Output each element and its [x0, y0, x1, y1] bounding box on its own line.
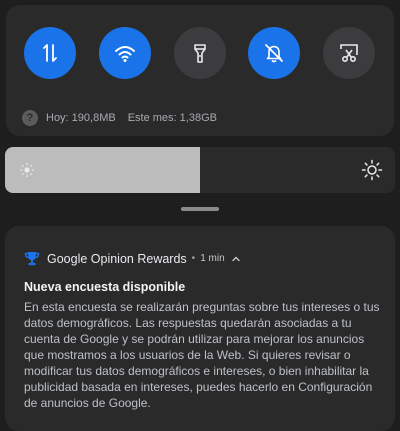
notification-title: Nueva encuesta disponible	[24, 280, 186, 294]
wifi-icon	[115, 46, 135, 62]
notification-time: 1 min	[200, 253, 225, 264]
drag-handle[interactable]	[181, 207, 219, 211]
notification-header: Google Opinion Rewards • 1 min	[24, 251, 241, 266]
bell-off-icon	[265, 44, 283, 63]
data-usage-today: Hoy: 190,8MB	[46, 112, 116, 124]
do-not-disturb-toggle[interactable]	[248, 27, 300, 79]
notification-app-name: Google Opinion Rewards	[47, 251, 187, 266]
screenshot-toggle[interactable]	[323, 27, 375, 79]
quick-settings-panel: ? Hoy: 190,8MB Este mes: 1,38GB	[6, 5, 394, 136]
wifi-toggle[interactable]	[99, 27, 151, 79]
chevron-up-icon[interactable]	[231, 254, 241, 264]
trophy-icon	[24, 252, 40, 266]
scissors-icon	[340, 44, 358, 63]
notification-body: En esta encuesta se realizarán preguntas…	[24, 300, 380, 410]
notification-separator: •	[191, 253, 196, 264]
brightness-low-icon	[19, 162, 35, 178]
data-usage-month: Este mes: 1,38GB	[127, 112, 217, 124]
brightness-high-icon	[361, 159, 383, 181]
data-usage-row[interactable]: ? Hoy: 190,8MB Este mes: 1,38GB	[22, 107, 217, 129]
flashlight-icon	[194, 44, 206, 63]
brightness-slider[interactable]	[5, 147, 395, 193]
mobile-data-icon	[43, 44, 57, 62]
flashlight-toggle[interactable]	[174, 27, 226, 79]
notification-card[interactable]: Google Opinion Rewards • 1 min Nueva enc…	[5, 226, 395, 431]
help-icon: ?	[22, 110, 38, 126]
mobile-data-toggle[interactable]	[24, 27, 76, 79]
